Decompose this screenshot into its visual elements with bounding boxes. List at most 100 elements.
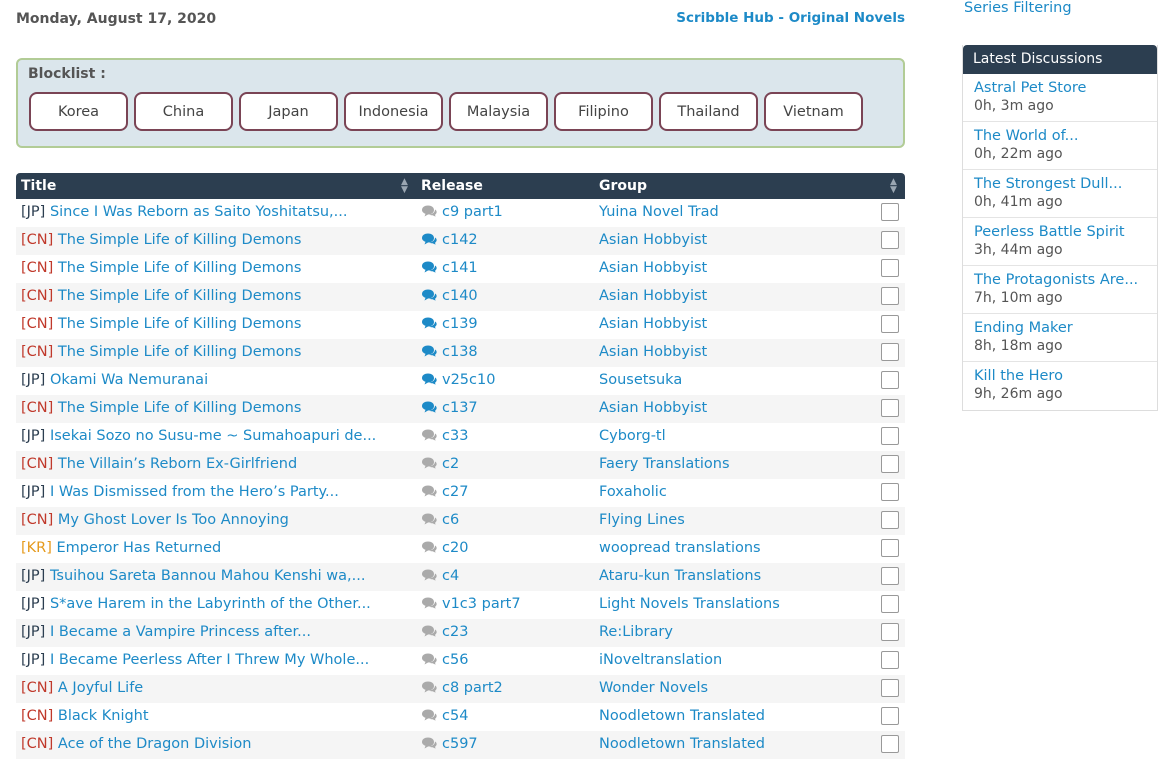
blocklist-chip-malaysia[interactable]: Malaysia	[449, 92, 548, 131]
group-link[interactable]: Foxaholic	[599, 484, 667, 500]
read-checkbox[interactable]	[881, 539, 899, 557]
comments-icon[interactable]	[421, 737, 437, 749]
release-link[interactable]: c142	[442, 232, 478, 248]
blocklist-chip-indonesia[interactable]: Indonesia	[344, 92, 443, 131]
release-link[interactable]: c20	[442, 540, 468, 556]
release-link[interactable]: c141	[442, 260, 478, 276]
group-link[interactable]: Cyborg-tl	[599, 428, 666, 444]
group-link[interactable]: Noodletown Translated	[599, 708, 765, 724]
blocklist-chip-filipino[interactable]: Filipino	[554, 92, 653, 131]
series-title-link[interactable]: Since I Was Reborn as Saito Yoshitatsu,.…	[50, 204, 348, 220]
discussion-title-link[interactable]: Astral Pet Store	[974, 74, 1157, 96]
read-checkbox[interactable]	[881, 287, 899, 305]
release-link[interactable]: c23	[442, 624, 468, 640]
comments-icon[interactable]	[421, 513, 437, 525]
series-title-link[interactable]: Black Knight	[58, 708, 149, 724]
series-title-link[interactable]: I Became a Vampire Princess after...	[50, 624, 311, 640]
blocklist-chip-china[interactable]: China	[134, 92, 233, 131]
comments-icon[interactable]	[421, 457, 437, 469]
column-header-title[interactable]: Title	[21, 178, 56, 194]
release-link[interactable]: c138	[442, 344, 478, 360]
group-link[interactable]: Yuina Novel Trad	[599, 204, 719, 220]
group-link[interactable]: Asian Hobbyist	[599, 344, 707, 360]
group-link[interactable]: Ataru-kun Translations	[599, 568, 761, 584]
series-title-link[interactable]: Emperor Has Returned	[57, 540, 222, 556]
comments-icon[interactable]	[421, 205, 437, 217]
release-link[interactable]: c27	[442, 484, 468, 500]
series-title-link[interactable]: The Villain’s Reborn Ex-Girlfriend	[58, 456, 297, 472]
comments-icon[interactable]	[421, 289, 437, 301]
sort-icon[interactable]: ▲ ▼	[401, 178, 408, 195]
series-title-link[interactable]: My Ghost Lover Is Too Annoying	[58, 512, 289, 528]
series-title-link[interactable]: Isekai Sozo no Susu-me ~ Sumahoapuri de.…	[50, 428, 376, 444]
group-link[interactable]: Asian Hobbyist	[599, 316, 707, 332]
read-checkbox[interactable]	[881, 427, 899, 445]
release-link[interactable]: c139	[442, 316, 478, 332]
group-link[interactable]: Flying Lines	[599, 512, 685, 528]
group-link[interactable]: Light Novels Translations	[599, 596, 780, 612]
column-header-group[interactable]: Group	[599, 178, 647, 194]
release-link[interactable]: c8 part2	[442, 680, 503, 696]
read-checkbox[interactable]	[881, 679, 899, 697]
comments-icon[interactable]	[421, 317, 437, 329]
series-title-link[interactable]: The Simple Life of Killing Demons	[58, 260, 301, 276]
comments-icon[interactable]	[421, 345, 437, 357]
comments-icon[interactable]	[421, 373, 437, 385]
comments-icon[interactable]	[421, 569, 437, 581]
comments-icon[interactable]	[421, 429, 437, 441]
series-title-link[interactable]: I Became Peerless After I Threw My Whole…	[50, 652, 369, 668]
blocklist-chip-japan[interactable]: Japan	[239, 92, 338, 131]
release-link[interactable]: v1c3 part7	[442, 596, 521, 612]
series-title-link[interactable]: The Simple Life of Killing Demons	[58, 400, 301, 416]
read-checkbox[interactable]	[881, 399, 899, 417]
group-link[interactable]: Asian Hobbyist	[599, 232, 707, 248]
read-checkbox[interactable]	[881, 203, 899, 221]
comments-icon[interactable]	[421, 485, 437, 497]
comments-icon[interactable]	[421, 401, 437, 413]
release-link[interactable]: c56	[442, 652, 468, 668]
release-link[interactable]: c4	[442, 568, 459, 584]
comments-icon[interactable]	[421, 681, 437, 693]
comments-icon[interactable]	[421, 653, 437, 665]
series-filtering-link[interactable]: Series Filtering	[964, 0, 1072, 16]
release-link[interactable]: c9 part1	[442, 204, 503, 220]
read-checkbox[interactable]	[881, 651, 899, 669]
series-title-link[interactable]: Tsuihou Sareta Bannou Mahou Kenshi wa,..…	[50, 568, 366, 584]
read-checkbox[interactable]	[881, 231, 899, 249]
group-link[interactable]: Wonder Novels	[599, 680, 708, 696]
read-checkbox[interactable]	[881, 623, 899, 641]
read-checkbox[interactable]	[881, 567, 899, 585]
discussion-title-link[interactable]: The World of...	[974, 122, 1157, 144]
group-link[interactable]: Faery Translations	[599, 456, 730, 472]
group-link[interactable]: iNoveltranslation	[599, 652, 722, 668]
series-title-link[interactable]: I Was Dismissed from the Hero’s Party...	[50, 484, 339, 500]
blocklist-chip-korea[interactable]: Korea	[29, 92, 128, 131]
series-title-link[interactable]: The Simple Life of Killing Demons	[58, 288, 301, 304]
release-link[interactable]: c2	[442, 456, 459, 472]
group-link[interactable]: Asian Hobbyist	[599, 260, 707, 276]
series-title-link[interactable]: The Simple Life of Killing Demons	[58, 344, 301, 360]
series-title-link[interactable]: S*ave Harem in the Labyrinth of the Othe…	[50, 596, 371, 612]
release-link[interactable]: c33	[442, 428, 468, 444]
read-checkbox[interactable]	[881, 735, 899, 753]
comments-icon[interactable]	[421, 625, 437, 637]
read-checkbox[interactable]	[881, 595, 899, 613]
read-checkbox[interactable]	[881, 455, 899, 473]
discussion-title-link[interactable]: Ending Maker	[974, 314, 1157, 336]
release-link[interactable]: c140	[442, 288, 478, 304]
release-link[interactable]: v25c10	[442, 372, 495, 388]
blocklist-chip-vietnam[interactable]: Vietnam	[764, 92, 863, 131]
comments-icon[interactable]	[421, 233, 437, 245]
group-link[interactable]: Asian Hobbyist	[599, 288, 707, 304]
comments-icon[interactable]	[421, 261, 437, 273]
comments-icon[interactable]	[421, 541, 437, 553]
series-title-link[interactable]: Okami Wa Nemuranai	[50, 372, 208, 388]
series-title-link[interactable]: A Joyful Life	[58, 680, 143, 696]
comments-icon[interactable]	[421, 597, 437, 609]
read-checkbox[interactable]	[881, 315, 899, 333]
series-title-link[interactable]: The Simple Life of Killing Demons	[58, 316, 301, 332]
scribble-hub-link[interactable]: Scribble Hub - Original Novels	[676, 10, 905, 26]
discussion-title-link[interactable]: The Protagonists Are...	[974, 266, 1157, 288]
group-link[interactable]: Re:Library	[599, 624, 673, 640]
group-link[interactable]: Asian Hobbyist	[599, 400, 707, 416]
